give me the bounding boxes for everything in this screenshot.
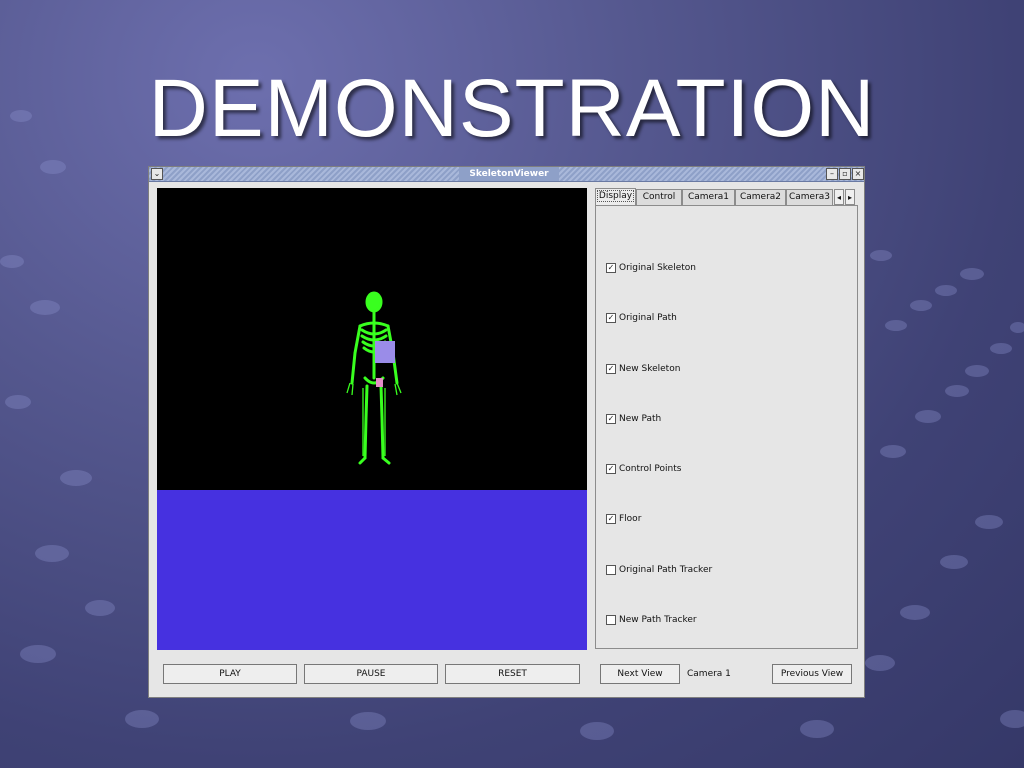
option-original-path-tracker[interactable]: Original Path Tracker bbox=[606, 564, 712, 578]
path-tracker-marker bbox=[376, 378, 383, 387]
checkbox-floor[interactable]: ✓ bbox=[606, 513, 616, 524]
slide-title: DEMONSTRATION bbox=[148, 63, 876, 154]
tab-bar: Display Control Camera1 Camera2 Camera3 … bbox=[594, 188, 858, 206]
window-menu-icon[interactable]: ⌄ bbox=[151, 168, 163, 180]
play-button[interactable]: PLAY bbox=[163, 664, 297, 684]
tab-control[interactable]: Control bbox=[636, 189, 682, 205]
display-tab-content: ✓ Original Skeleton ✓ Original Path ✓ New S… bbox=[595, 205, 858, 649]
window-titlebar[interactable]: ⌄ SkeletonViewer – ▫ × bbox=[149, 167, 864, 182]
checkbox-new-path-tracker[interactable] bbox=[606, 614, 616, 625]
window-title: SkeletonViewer bbox=[459, 167, 559, 181]
tab-camera3[interactable]: Camera3 bbox=[786, 189, 833, 205]
maximize-icon[interactable]: ▫ bbox=[839, 168, 851, 180]
camera-label: Camera 1 bbox=[687, 669, 731, 679]
minimize-icon[interactable]: – bbox=[826, 168, 838, 180]
option-original-skeleton[interactable]: ✓ Original Skeleton bbox=[606, 262, 696, 276]
settings-panel: Display Control Camera1 Camera2 Camera3 … bbox=[594, 188, 858, 650]
close-icon[interactable]: × bbox=[852, 168, 864, 180]
checkbox-original-skeleton[interactable]: ✓ bbox=[606, 262, 616, 273]
option-original-path[interactable]: ✓ Original Path bbox=[606, 312, 677, 326]
option-floor[interactable]: ✓ Floor bbox=[606, 513, 641, 527]
tab-camera1[interactable]: Camera1 bbox=[682, 189, 735, 205]
checkbox-original-path[interactable]: ✓ bbox=[606, 312, 616, 323]
option-new-path-tracker[interactable]: New Path Tracker bbox=[606, 614, 697, 628]
skeleton-figure bbox=[346, 291, 402, 465]
control-point-marker bbox=[375, 341, 395, 363]
previous-view-button[interactable]: Previous View bbox=[772, 664, 852, 684]
checkbox-control-points[interactable]: ✓ bbox=[606, 463, 616, 474]
option-new-skeleton[interactable]: ✓ New Skeleton bbox=[606, 363, 680, 377]
skeleton-viewer-window: ⌄ SkeletonViewer – ▫ × Display Control C… bbox=[148, 166, 865, 698]
pause-button[interactable]: PAUSE bbox=[304, 664, 438, 684]
option-control-points[interactable]: ✓ Control Points bbox=[606, 463, 681, 477]
3d-viewport[interactable] bbox=[157, 188, 587, 650]
tab-camera2[interactable]: Camera2 bbox=[735, 189, 786, 205]
tab-scroll-left-icon[interactable]: ◂ bbox=[834, 189, 844, 205]
checkbox-original-path-tracker[interactable] bbox=[606, 564, 616, 575]
checkbox-new-skeleton[interactable]: ✓ bbox=[606, 363, 616, 374]
next-view-button[interactable]: Next View bbox=[600, 664, 680, 684]
checkbox-new-path[interactable]: ✓ bbox=[606, 413, 616, 424]
option-new-path[interactable]: ✓ New Path bbox=[606, 413, 661, 427]
tab-scroll-right-icon[interactable]: ▸ bbox=[845, 189, 855, 205]
reset-button[interactable]: RESET bbox=[445, 664, 580, 684]
tab-display[interactable]: Display bbox=[595, 188, 636, 206]
